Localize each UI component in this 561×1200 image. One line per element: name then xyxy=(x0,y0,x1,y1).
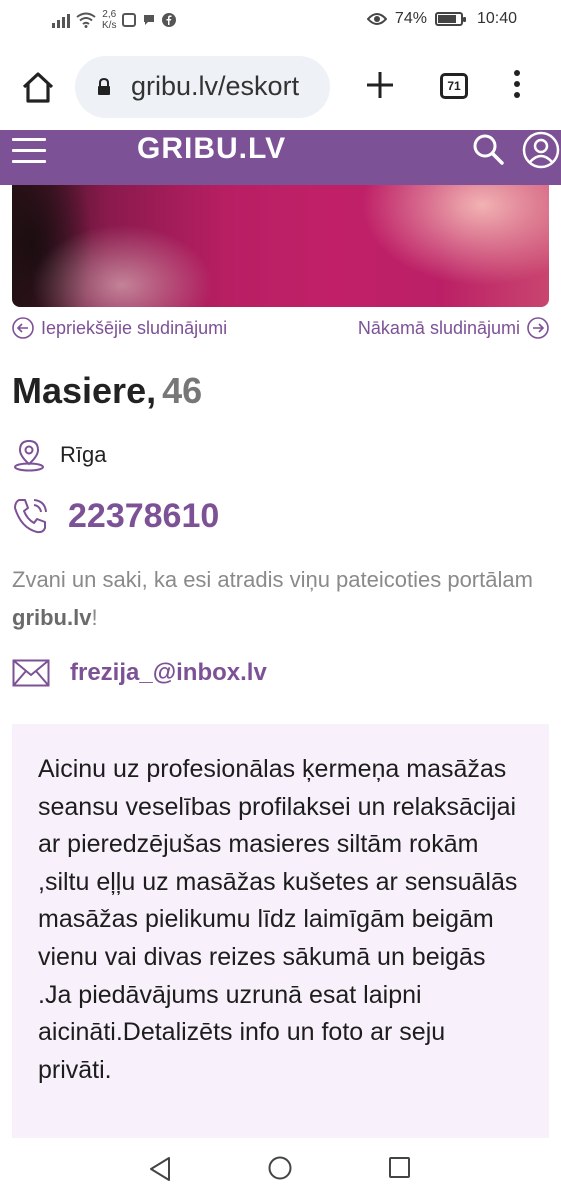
battery-percent: 74% xyxy=(394,10,427,27)
map-pin-icon xyxy=(14,439,44,472)
chat-icon xyxy=(144,15,155,25)
status-bar: 2,6 K/s 74% 10:40 xyxy=(0,0,561,42)
envelope-icon xyxy=(12,659,50,687)
arrow-right-circle-icon xyxy=(527,317,549,339)
user-icon[interactable] xyxy=(522,131,560,169)
site-logo[interactable]: GRIBU.LV xyxy=(137,132,286,166)
profile-age: 46 xyxy=(162,370,203,411)
signal-icon xyxy=(52,12,70,28)
home-icon[interactable] xyxy=(18,68,58,108)
arrow-left-circle-icon xyxy=(12,317,34,339)
lock-icon xyxy=(98,78,110,95)
wifi-icon xyxy=(76,12,96,28)
net-speed-unit: K/s xyxy=(102,20,117,31)
prev-listing-label: Iepriekšējie sludinājumi xyxy=(41,317,228,338)
next-listing-label: Nākamā sludinājumi xyxy=(357,317,520,338)
prev-listing-link[interactable]: Iepriekšējie sludinājumi xyxy=(12,317,227,339)
city-row: Rīga xyxy=(12,438,106,472)
search-icon[interactable] xyxy=(470,132,506,166)
eye-icon xyxy=(366,13,387,25)
description-box: Aicinu uz profesionālas ķermeņa masāžas … xyxy=(12,724,549,1138)
description-text: Aicinu uz profesionālas ķermeņa masāžas … xyxy=(38,755,518,1084)
site-header: GRIBU.LV xyxy=(0,130,561,185)
back-icon[interactable] xyxy=(148,1156,172,1182)
notification-icon xyxy=(122,13,137,27)
profile-name: Masiere, xyxy=(12,370,157,411)
hint-prefix: Zvani un saki, ka esi atradis viņu patei… xyxy=(12,567,533,592)
profile-title: Masiere, 46 xyxy=(12,370,202,412)
phone-number[interactable]: 22378610 xyxy=(68,497,219,536)
url-text: gribu.lv/eskort xyxy=(131,71,300,101)
call-hint: Zvani un saki, ka esi atradis viņu patei… xyxy=(12,561,542,637)
clock: 10:40 xyxy=(476,10,517,27)
hamburger-menu-icon[interactable] xyxy=(12,138,46,164)
tab-switcher-button[interactable]: 71 xyxy=(440,73,468,99)
hint-suffix: ! xyxy=(91,605,98,630)
net-speed: 2,6 K/s xyxy=(102,9,116,31)
city-label: Rīga xyxy=(60,442,107,467)
new-tab-icon[interactable] xyxy=(364,69,396,101)
facebook-icon xyxy=(162,13,177,27)
phone-row[interactable]: 22378610 xyxy=(12,496,219,536)
status-left: 2,6 K/s xyxy=(52,9,177,31)
home-circle-icon[interactable] xyxy=(268,1156,292,1180)
recent-apps-icon[interactable] xyxy=(389,1157,410,1178)
email-address[interactable]: frezija_@inbox.lv xyxy=(70,659,267,687)
net-speed-value: 2,6 xyxy=(102,9,117,20)
address-bar[interactable]: gribu.lv/eskort xyxy=(75,56,330,118)
next-listing-link[interactable]: Nākamā sludinājumi xyxy=(358,317,549,339)
profile-photo[interactable] xyxy=(12,185,549,307)
more-menu-icon[interactable] xyxy=(510,70,524,102)
status-right: 74% 10:40 xyxy=(366,10,517,28)
listing-nav: Iepriekšējie sludinājumi Nākamā sludināj… xyxy=(12,317,549,345)
phone-icon xyxy=(14,499,47,534)
browser-toolbar: gribu.lv/eskort 71 xyxy=(0,42,561,130)
battery-icon xyxy=(434,12,466,26)
email-row[interactable]: frezija_@inbox.lv xyxy=(12,659,267,687)
hint-site: gribu.lv xyxy=(12,605,92,630)
system-nav-bar xyxy=(0,1138,561,1200)
